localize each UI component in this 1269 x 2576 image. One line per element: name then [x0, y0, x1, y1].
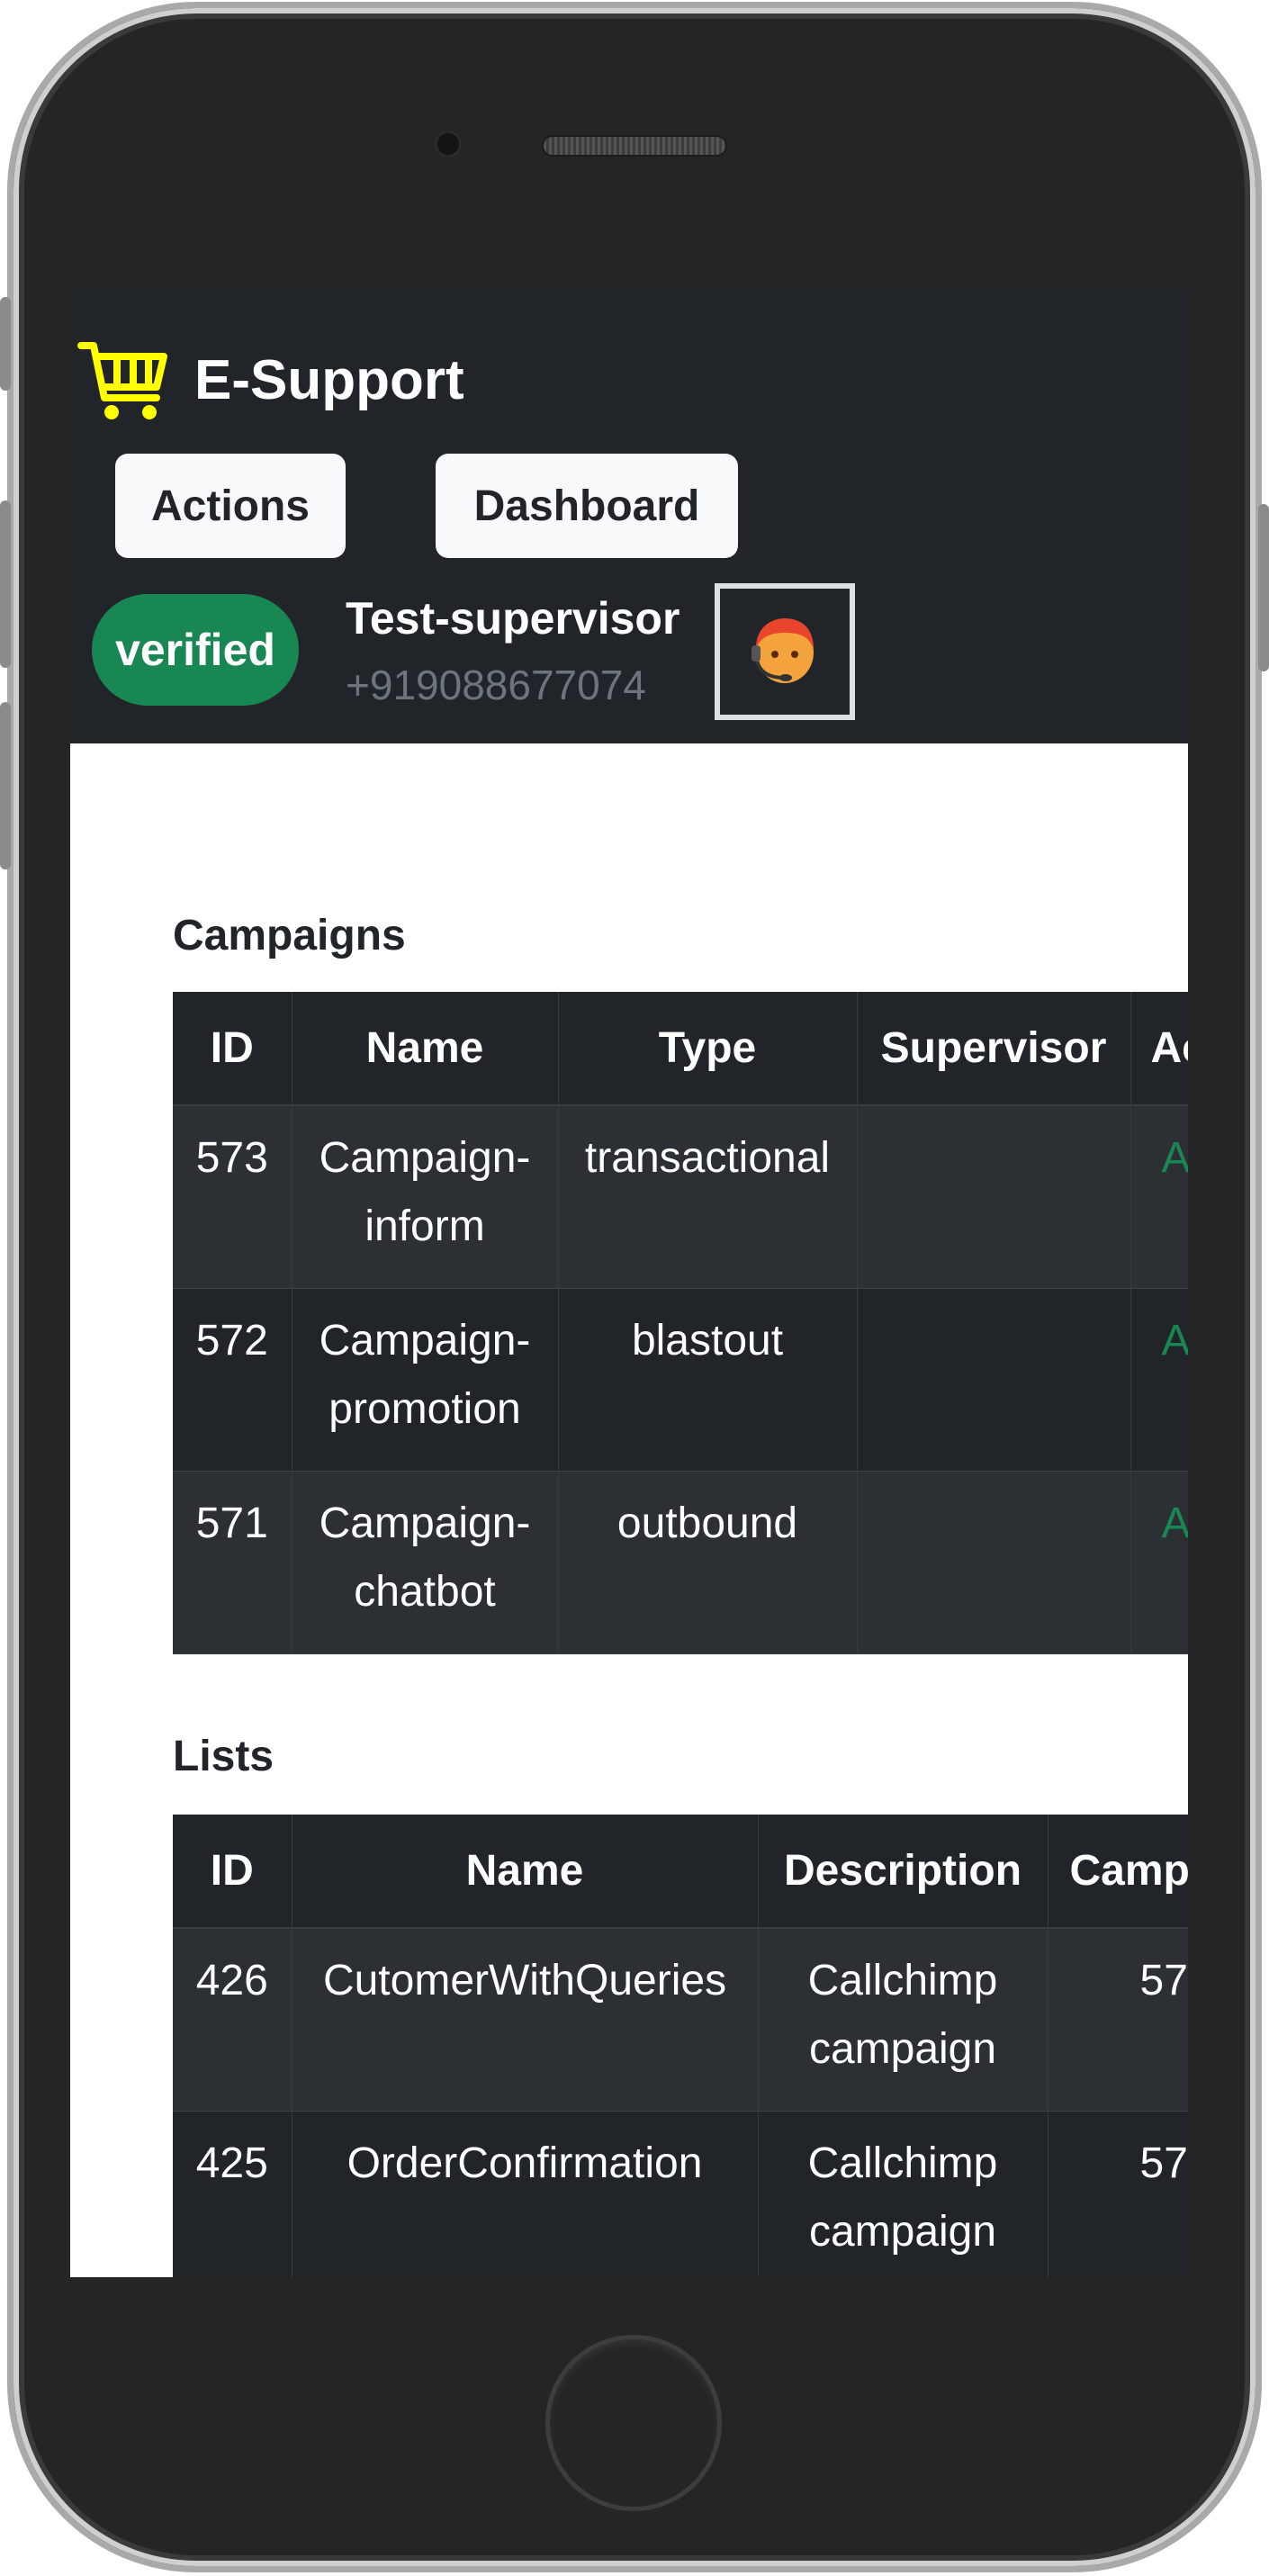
column-header-type[interactable]: Type [558, 992, 858, 1106]
table-row[interactable]: 425 OrderConfirmation Callchimp campaign… [173, 2111, 1188, 2277]
lists-table: ID Name Description Camp 426 CutomerWith… [173, 1815, 1188, 2277]
cell-id: 571 [173, 1471, 292, 1654]
lists-title: Lists [173, 1733, 274, 1780]
column-header-actions[interactable]: Ac [1130, 992, 1188, 1106]
home-button[interactable] [545, 2335, 722, 2511]
phone-volume-down-button [0, 702, 11, 869]
cell-name: Campaign-promotion [292, 1288, 559, 1472]
cell-name: Campaign-chatbot [292, 1471, 559, 1654]
table-row[interactable]: 573 Campaign-inform transactional A [173, 1105, 1188, 1289]
earpiece-speaker [544, 137, 725, 155]
phone-mute-switch [0, 297, 11, 391]
table-row[interactable]: 572 Campaign-promotion blastout A [173, 1288, 1188, 1472]
column-header-id[interactable]: ID [173, 1815, 292, 1929]
cell-action-link[interactable]: A [1130, 1471, 1188, 1654]
dashboard-button[interactable]: Dashboard [436, 454, 738, 558]
cell-id: 426 [173, 1928, 292, 2112]
table-header-row: ID Name Type Supervisor Ac [173, 992, 1188, 1106]
cell-id: 573 [173, 1105, 292, 1289]
screen: E-Support Actions Dashboard verified Tes… [70, 290, 1188, 2277]
cell-campaign: 57 [1048, 1928, 1188, 2112]
support-agent-icon [752, 618, 814, 683]
cell-supervisor [857, 1288, 1131, 1472]
table-row[interactable]: 426 CutomerWithQueries Callchimp campaig… [173, 1928, 1188, 2112]
cell-type: outbound [558, 1471, 858, 1654]
user-phone: +919088677074 [346, 662, 646, 708]
table-header-row: ID Name Description Camp [173, 1815, 1188, 1929]
user-name: Test-supervisor [346, 593, 680, 644]
cell-name: Campaign-inform [292, 1105, 559, 1289]
cell-action-link[interactable]: A [1130, 1105, 1188, 1289]
cell-id: 425 [173, 2111, 292, 2277]
front-camera [437, 133, 459, 155]
brand-name: E-Support [194, 348, 464, 411]
campaigns-title: Campaigns [173, 912, 406, 959]
cell-id: 572 [173, 1288, 292, 1472]
column-header-name[interactable]: Name [292, 1815, 759, 1929]
cell-name: CutomerWithQueries [292, 1928, 759, 2112]
cell-campaign: 57 [1048, 2111, 1188, 2277]
campaigns-table: ID Name Type Supervisor Ac 573 Campaign-… [173, 992, 1188, 1654]
column-header-name[interactable]: Name [292, 992, 559, 1106]
cell-name: OrderConfirmation [292, 2111, 759, 2277]
status-badge: verified [92, 594, 299, 706]
column-header-campaign[interactable]: Camp [1048, 1815, 1188, 1929]
brand[interactable]: E-Support [77, 333, 464, 427]
cell-action-link[interactable]: A [1130, 1288, 1188, 1472]
actions-button[interactable]: Actions [115, 454, 346, 558]
shopping-cart-icon [77, 342, 167, 419]
cell-supervisor [857, 1471, 1131, 1654]
cell-supervisor [857, 1105, 1131, 1289]
cell-type: transactional [558, 1105, 858, 1289]
column-header-description[interactable]: Description [758, 1815, 1048, 1929]
cell-description: Callchimp campaign [758, 1928, 1048, 2112]
column-header-id[interactable]: ID [173, 992, 292, 1106]
table-row[interactable]: 571 Campaign-chatbot outbound A [173, 1471, 1188, 1654]
column-header-supervisor[interactable]: Supervisor [857, 992, 1131, 1106]
cell-type: blastout [558, 1288, 858, 1472]
avatar[interactable] [715, 583, 855, 720]
phone-volume-up-button [0, 500, 11, 668]
phone-power-button [1258, 504, 1269, 671]
cell-description: Callchimp campaign [758, 2111, 1048, 2277]
navbar: E-Support Actions Dashboard verified Tes… [70, 290, 1188, 743]
